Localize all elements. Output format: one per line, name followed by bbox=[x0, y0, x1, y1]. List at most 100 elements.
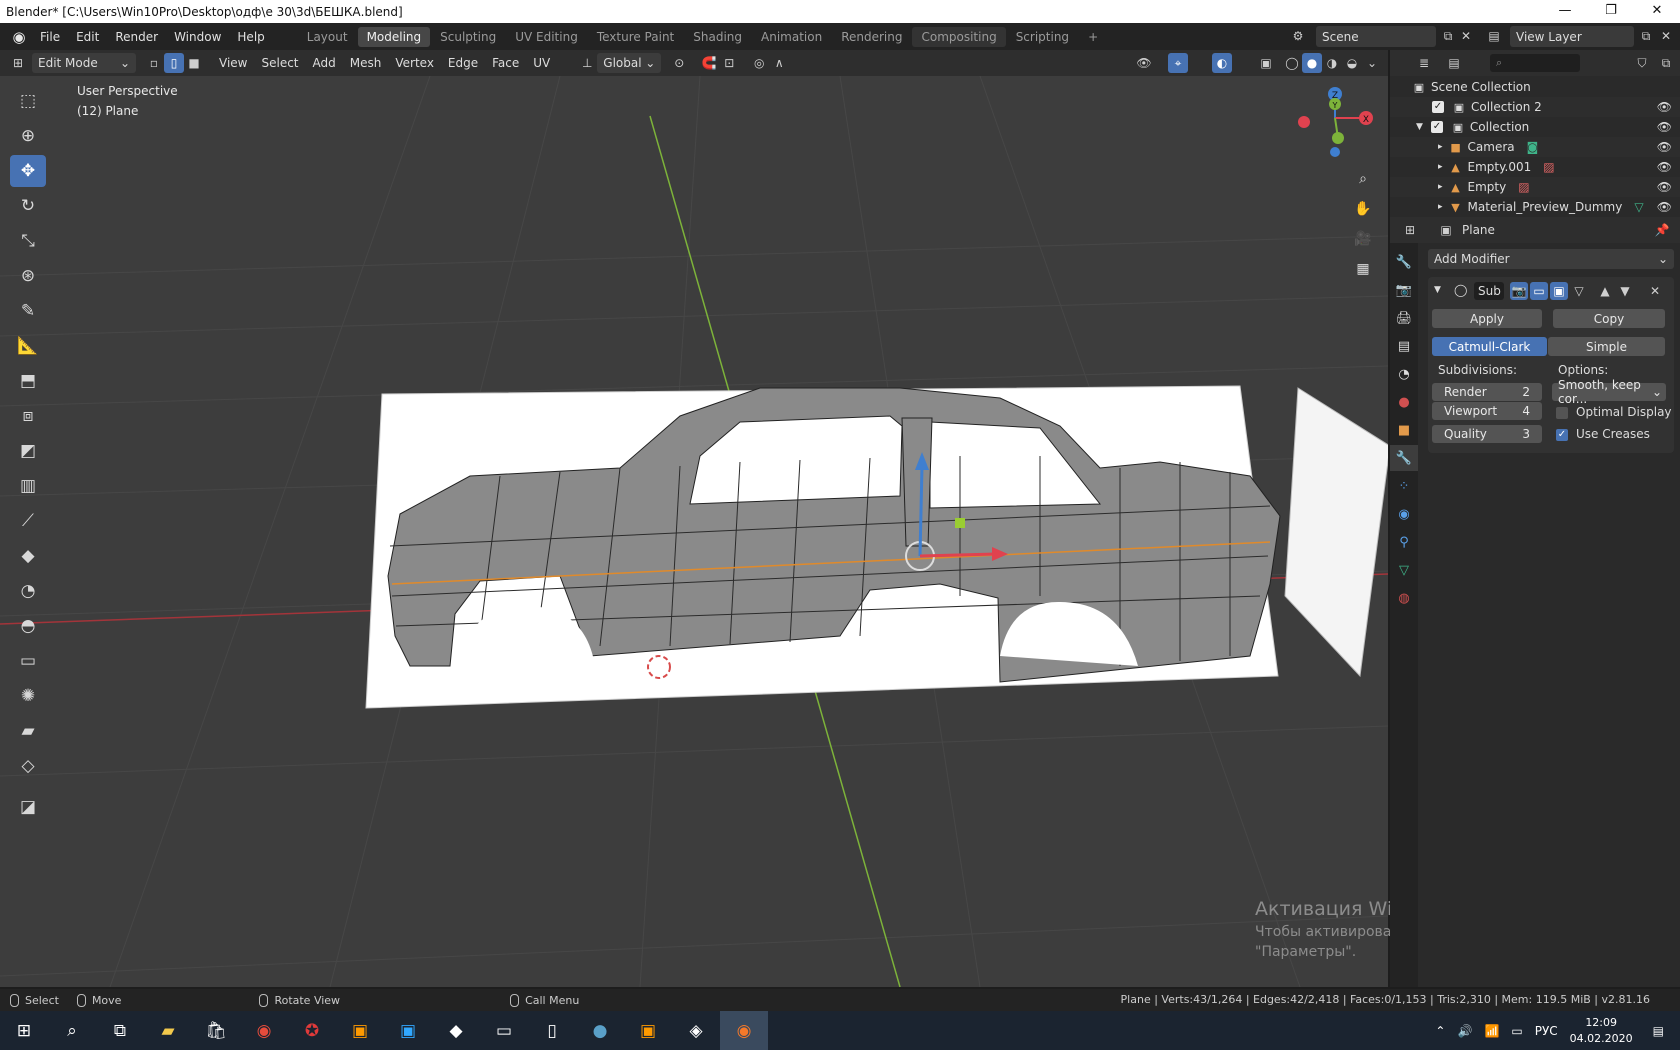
tab-sculpting[interactable]: Sculpting bbox=[431, 27, 505, 47]
windows-start-icon[interactable]: ⊞ bbox=[0, 1011, 48, 1050]
zoom-icon[interactable]: ⌕ bbox=[1350, 166, 1376, 192]
menu-add[interactable]: Add bbox=[306, 56, 343, 70]
physics-tab-icon[interactable]: ◉ bbox=[1390, 501, 1418, 527]
expand-arrow-icon[interactable]: ▼ bbox=[1416, 122, 1423, 132]
outliner-row-camera[interactable]: ▸ ■ Camera ◙ 👁 bbox=[1390, 137, 1680, 157]
rotate-icon[interactable]: ↻ bbox=[10, 190, 46, 222]
bevel-icon[interactable]: ◩ bbox=[10, 435, 46, 467]
search-icon[interactable]: ⌕ bbox=[48, 1011, 96, 1050]
modifier-tab-icon[interactable]: 🔧 bbox=[1390, 445, 1418, 471]
menu-select[interactable]: Select bbox=[254, 56, 305, 70]
simple-button[interactable]: Simple bbox=[1548, 337, 1665, 356]
eye-icon[interactable]: 👁 bbox=[1657, 140, 1672, 154]
output-tab-icon[interactable]: 🖨 bbox=[1390, 305, 1418, 331]
uv-smooth-dropdown[interactable]: Smooth, keep cor... ⌄ bbox=[1552, 378, 1666, 406]
view-layer-new-icon[interactable]: ⧉ bbox=[1636, 26, 1656, 46]
scene-remove-icon[interactable]: ✕ bbox=[1456, 26, 1476, 46]
gizmo-toggle-icon[interactable]: ⌖ bbox=[1168, 53, 1188, 73]
shear-icon[interactable]: ▰ bbox=[10, 715, 46, 747]
view-layer-browse-icon[interactable]: ▤ bbox=[1484, 26, 1504, 46]
car-app-icon[interactable]: ▭ bbox=[480, 1011, 528, 1050]
filter-icon[interactable]: ⛉ bbox=[1632, 53, 1652, 73]
modifier-name-field[interactable]: Sub bbox=[1474, 282, 1504, 300]
store-icon[interactable]: 🛍 bbox=[192, 1011, 240, 1050]
outliner-row-empty[interactable]: ▸ ▲ Empty ▨ 👁 bbox=[1390, 177, 1680, 197]
outliner-search-input[interactable]: ⌕ bbox=[1490, 54, 1580, 72]
clock[interactable]: 12:09 04.02.2020 bbox=[1570, 1015, 1633, 1047]
tab-modeling[interactable]: Modeling bbox=[357, 26, 431, 47]
tab-rendering[interactable]: Rendering bbox=[832, 27, 911, 47]
wireframe-shading-icon[interactable]: ◯ bbox=[1282, 53, 1302, 73]
network-icon[interactable]: 📶 bbox=[1484, 1024, 1499, 1038]
tab-uv-editing[interactable]: UV Editing bbox=[506, 27, 587, 47]
vertex-select-icon[interactable]: ▫ bbox=[144, 53, 164, 73]
navigation-gizmo[interactable]: Z X Y bbox=[1290, 82, 1380, 172]
illustrator-2-icon[interactable]: ▣ bbox=[624, 1011, 672, 1050]
steam-app-icon[interactable]: ◆ bbox=[432, 1011, 480, 1050]
menu-view[interactable]: View bbox=[212, 56, 254, 70]
add-workspace-button[interactable]: + bbox=[1079, 27, 1107, 47]
outliner-editor-type-icon[interactable]: ≣ bbox=[1414, 53, 1434, 73]
material-shading-icon[interactable]: ◑ bbox=[1322, 53, 1342, 73]
move-icon[interactable]: ✥ bbox=[10, 155, 46, 187]
tab-texture-paint[interactable]: Texture Paint bbox=[588, 27, 683, 47]
overlay-toggle-icon[interactable]: ◐ bbox=[1212, 53, 1232, 73]
document-icon[interactable]: ▯ bbox=[528, 1011, 576, 1050]
expand-arrow-icon[interactable]: ▸ bbox=[1438, 162, 1443, 172]
unity-icon[interactable]: ◈ bbox=[672, 1011, 720, 1050]
language-indicator[interactable]: РУС bbox=[1535, 1024, 1558, 1038]
scene-new-icon[interactable]: ⧉ bbox=[1438, 26, 1458, 46]
menu-window[interactable]: Window bbox=[166, 30, 229, 44]
apply-button[interactable]: Apply bbox=[1432, 309, 1542, 328]
knife-icon[interactable]: ⟋ bbox=[10, 505, 46, 537]
remove-modifier-icon[interactable]: ✕ bbox=[1646, 282, 1664, 300]
xray-icon[interactable]: ▣ bbox=[1256, 53, 1276, 73]
mode-dropdown[interactable]: Edit Mode ⌄ bbox=[32, 53, 136, 73]
render-levels-field[interactable]: Render 2 bbox=[1432, 383, 1542, 401]
constraints-tab-icon[interactable]: ⚲ bbox=[1390, 529, 1418, 555]
cage-toggle-icon[interactable]: ▣ bbox=[1550, 282, 1568, 300]
outliner-scene-collection[interactable]: ▣ Scene Collection bbox=[1390, 77, 1680, 97]
shrink-fatten-icon[interactable]: ✺ bbox=[10, 680, 46, 712]
optimal-display-checkbox[interactable] bbox=[1556, 407, 1568, 419]
chrome-icon[interactable]: ◉ bbox=[240, 1011, 288, 1050]
tool-tab-icon[interactable]: 🔧 bbox=[1390, 249, 1418, 275]
volume-icon[interactable]: 🔊 bbox=[1457, 1024, 1472, 1038]
tab-layout[interactable]: Layout bbox=[298, 27, 357, 47]
outliner-row-empty-001[interactable]: ▸ ▲ Empty.001 ▨ 👁 bbox=[1390, 157, 1680, 177]
on-cage-icon[interactable]: ▽ bbox=[1570, 282, 1588, 300]
falloff-icon[interactable]: ∧ bbox=[769, 53, 789, 73]
new-collection-icon[interactable]: ⧉ bbox=[1656, 53, 1676, 73]
spin-icon[interactable]: ◔ bbox=[10, 575, 46, 607]
eye-icon[interactable]: 👁 bbox=[1657, 100, 1672, 114]
snap-icon[interactable]: 🧲 bbox=[699, 53, 719, 73]
move-up-icon[interactable]: ▲ bbox=[1596, 282, 1614, 300]
menu-mesh[interactable]: Mesh bbox=[343, 56, 389, 70]
view-layer-tab-icon[interactable]: ▤ bbox=[1390, 333, 1418, 359]
tab-scripting[interactable]: Scripting bbox=[1007, 27, 1078, 47]
loop-cut-icon[interactable]: ▥ bbox=[10, 470, 46, 502]
shading-options-icon[interactable]: ⌄ bbox=[1362, 53, 1382, 73]
orientation-dropdown[interactable]: Global ⌄ bbox=[597, 53, 662, 73]
particles-tab-icon[interactable]: ⁘ bbox=[1390, 473, 1418, 499]
viewport-levels-field[interactable]: Viewport 4 bbox=[1432, 402, 1542, 420]
solid-shading-icon[interactable]: ● bbox=[1302, 53, 1322, 73]
annotate-icon[interactable]: ✎ bbox=[10, 295, 46, 327]
select-box-icon[interactable]: ⬚ bbox=[10, 85, 46, 117]
add-modifier-dropdown[interactable]: Add Modifier ⌄ bbox=[1428, 249, 1674, 269]
properties-editor-type-icon[interactable]: ⊞ bbox=[1400, 220, 1420, 240]
scene-tab-icon[interactable]: ◔ bbox=[1390, 361, 1418, 387]
expand-arrow-icon[interactable]: ▸ bbox=[1438, 202, 1443, 212]
illustrator-icon[interactable]: ▣ bbox=[336, 1011, 384, 1050]
close-button[interactable]: ✕ bbox=[1634, 0, 1680, 23]
menu-edit[interactable]: Edit bbox=[68, 30, 107, 44]
pivot-icon[interactable]: ⊙ bbox=[669, 53, 689, 73]
face-select-icon[interactable]: ■ bbox=[184, 53, 204, 73]
editor-type-icon[interactable]: ⊞ bbox=[8, 53, 28, 73]
edge-slide-icon[interactable]: ▭ bbox=[10, 645, 46, 677]
viewport-toggle-icon[interactable]: ▭ bbox=[1530, 282, 1548, 300]
add-cube-icon[interactable]: ◪ bbox=[10, 791, 46, 823]
move-down-icon[interactable]: ▼ bbox=[1616, 282, 1634, 300]
menu-face[interactable]: Face bbox=[485, 56, 526, 70]
3d-viewport[interactable]: User Perspective (12) Plane Z X Y ⌕ ✋ 🎥 … bbox=[0, 76, 1388, 987]
